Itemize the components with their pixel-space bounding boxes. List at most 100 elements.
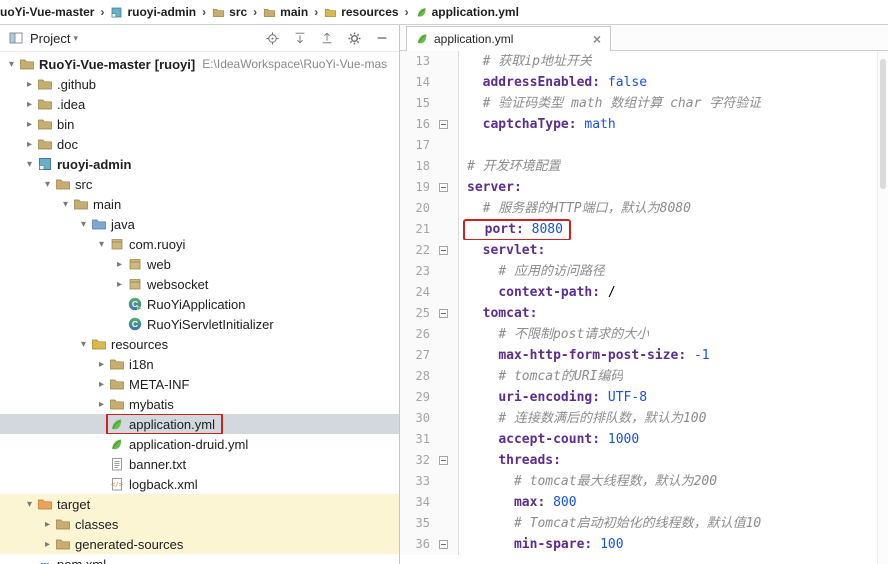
tree-item-resources[interactable]: ▾resources xyxy=(0,334,399,354)
tree-item-doc[interactable]: ▸doc xyxy=(0,134,399,154)
tree-item-meta-inf[interactable]: ▸ META-INF xyxy=(0,374,399,394)
tree-item-ruoyiservletinitializer[interactable]: CRuoYiServletInitializer xyxy=(0,314,399,334)
tree-item-idea[interactable]: ▸.idea xyxy=(0,94,399,114)
tree-item-web[interactable]: ▸web xyxy=(0,254,399,274)
code-line-26[interactable]: 26 # 不限制post请求的大小 xyxy=(400,324,888,345)
tree-item-ruoyi-admin[interactable]: ▾ruoyi-admin xyxy=(0,154,399,174)
code-line-22[interactable]: 22 servlet: xyxy=(400,240,888,261)
code-line-15[interactable]: 15 # 验证码类型 math 数组计算 char 字符验证 xyxy=(400,93,888,114)
fold-marker-icon[interactable] xyxy=(439,540,448,549)
code-line-33[interactable]: 33 # tomcat最大线程数，默认为200 xyxy=(400,471,888,492)
chevron-right-icon[interactable]: ▸ xyxy=(22,99,37,110)
code-line-24[interactable]: 24 context-path: / xyxy=(400,282,888,303)
chevron-right-icon[interactable]: ▸ xyxy=(94,399,109,410)
tree-item-application-yml[interactable]: application.yml xyxy=(0,414,399,434)
code-line-34[interactable]: 34 max: 800 xyxy=(400,492,888,513)
expand-all-icon[interactable] xyxy=(293,31,307,45)
code-text: servlet: xyxy=(459,240,545,261)
chevron-down-icon[interactable]: ▾ xyxy=(76,219,91,230)
code-line-13[interactable]: 13 # 获取ip地址开关 xyxy=(400,51,888,72)
chevron-down-icon[interactable]: ▾ xyxy=(94,239,109,250)
chevron-down-icon[interactable]: ▾ xyxy=(76,339,91,350)
chevron-right-icon[interactable]: ▸ xyxy=(22,119,37,130)
chevron-right-icon[interactable]: ▸ xyxy=(94,359,109,370)
tree-item-target[interactable]: ▾target xyxy=(0,494,399,514)
tree-item-label: banner.txt xyxy=(129,457,186,472)
tree-item-classes[interactable]: ▸classes xyxy=(0,514,399,534)
code-line-35[interactable]: 35 # Tomcat启动初始化的线程数，默认值10 xyxy=(400,513,888,534)
tree-item-label: com.ruoyi xyxy=(129,237,185,252)
yaml-key: min-spare: xyxy=(514,537,592,552)
tree-item-mybatis[interactable]: ▸mybatis xyxy=(0,394,399,414)
code-line-36[interactable]: 36 min-spare: 100 xyxy=(400,534,888,555)
fold-marker-icon[interactable] xyxy=(439,183,448,192)
breadcrumb-item-main[interactable]: main xyxy=(263,5,308,19)
editor-tab-application-yml[interactable]: application.yml × xyxy=(406,26,611,51)
folder-icon xyxy=(37,136,54,152)
editor-scrollbar[interactable] xyxy=(877,51,888,564)
code-line-18[interactable]: 18# 开发环境配置 xyxy=(400,156,888,177)
code-line-29[interactable]: 29 uri-encoding: UTF-8 xyxy=(400,387,888,408)
tree-item-banner-txt[interactable]: banner.txt xyxy=(0,454,399,474)
code-line-28[interactable]: 28 # tomcat的URI编码 xyxy=(400,366,888,387)
tree-item-github[interactable]: ▸.github xyxy=(0,74,399,94)
tree-item-application-druid-yml[interactable]: application-druid.yml xyxy=(0,434,399,454)
tree-item-com-ruoyi[interactable]: ▾ com.ruoyi xyxy=(0,234,399,254)
code-line-21[interactable]: 21 port: 8080 xyxy=(400,219,888,240)
chevron-down-icon[interactable]: ▾ xyxy=(22,499,37,510)
breadcrumb-item-application-yml[interactable]: application.yml xyxy=(415,5,519,19)
breadcrumb-item-resources[interactable]: resources xyxy=(324,5,398,19)
chevron-right-icon[interactable]: ▸ xyxy=(94,379,109,390)
chevron-right-icon[interactable]: ▸ xyxy=(112,279,127,290)
close-icon[interactable]: × xyxy=(590,32,604,46)
breadcrumb-item-src[interactable]: src xyxy=(212,5,247,19)
tree-item-ruoyi-vue-master[interactable]: ▾RuoYi-Vue-master[ruoyi]E:\IdeaWorkspace… xyxy=(0,54,399,74)
chevron-right-icon[interactable]: ▸ xyxy=(40,519,55,530)
fold-marker-icon[interactable] xyxy=(439,120,448,129)
code-line-14[interactable]: 14 addressEnabled: false xyxy=(400,72,888,93)
chevron-right-icon[interactable]: ▸ xyxy=(22,139,37,150)
scrollbar-thumb[interactable] xyxy=(880,59,886,189)
tree-item-i18n[interactable]: ▸i18n xyxy=(0,354,399,374)
chevron-right-icon[interactable]: ▸ xyxy=(112,259,127,270)
tree-item-generated-sources[interactable]: ▸generated-sources xyxy=(0,534,399,554)
fold-marker-icon[interactable] xyxy=(439,456,448,465)
code-line-19[interactable]: 19server: xyxy=(400,177,888,198)
code-line-27[interactable]: 27 max-http-form-post-size: -1 xyxy=(400,345,888,366)
code-line-25[interactable]: 25 tomcat: xyxy=(400,303,888,324)
tree-item-bin[interactable]: ▸bin xyxy=(0,114,399,134)
tree-item-src[interactable]: ▾src xyxy=(0,174,399,194)
code-line-32[interactable]: 32 threads: xyxy=(400,450,888,471)
chevron-right-icon[interactable]: ▸ xyxy=(40,539,55,550)
tree-item-logback-xml[interactable]: </>logback.xml xyxy=(0,474,399,494)
code-line-31[interactable]: 31 accept-count: 1000 xyxy=(400,429,888,450)
select-opened-file-icon[interactable] xyxy=(265,31,280,46)
chevron-down-icon[interactable]: ▾ xyxy=(4,59,19,70)
tree-item-java[interactable]: ▾java xyxy=(0,214,399,234)
fold-column xyxy=(430,177,457,198)
code-line-30[interactable]: 30 # 连接数满后的排队数，默认为100 xyxy=(400,408,888,429)
chevron-down-icon[interactable]: ▾ xyxy=(22,159,37,170)
tree-item-pom-xml[interactable]: mpom.xml xyxy=(0,554,399,564)
fold-marker-icon[interactable] xyxy=(439,309,448,318)
tree-item-ruoyiapplication[interactable]: CRuoYiApplication xyxy=(0,294,399,314)
chevron-right-icon[interactable]: ▸ xyxy=(22,79,37,90)
code-line-17[interactable]: 17 xyxy=(400,135,888,156)
settings-gear-icon[interactable] xyxy=(347,31,362,46)
folder-icon xyxy=(37,76,54,92)
chevron-down-icon[interactable]: ▾ xyxy=(73,33,78,44)
project-panel-title[interactable]: Project xyxy=(30,31,70,46)
code-line-20[interactable]: 20 # 服务器的HTTP端口，默认为8080 xyxy=(400,198,888,219)
fold-marker-icon[interactable] xyxy=(439,246,448,255)
breadcrumb-item-uoyi-vue-master[interactable]: uoYi-Vue-master xyxy=(0,5,94,19)
tree-item-label: META-INF xyxy=(129,377,189,392)
code-line-16[interactable]: 16 captchaType: math xyxy=(400,114,888,135)
collapse-all-icon[interactable] xyxy=(320,31,334,45)
hide-panel-icon[interactable] xyxy=(375,31,389,45)
tree-item-main[interactable]: ▾main xyxy=(0,194,399,214)
code-line-23[interactable]: 23 # 应用的访问路径 xyxy=(400,261,888,282)
chevron-down-icon[interactable]: ▾ xyxy=(58,199,73,210)
tree-item-websocket[interactable]: ▸websocket xyxy=(0,274,399,294)
chevron-down-icon[interactable]: ▾ xyxy=(40,179,55,190)
breadcrumb-item-ruoyi-admin[interactable]: ruoyi-admin xyxy=(110,5,196,19)
